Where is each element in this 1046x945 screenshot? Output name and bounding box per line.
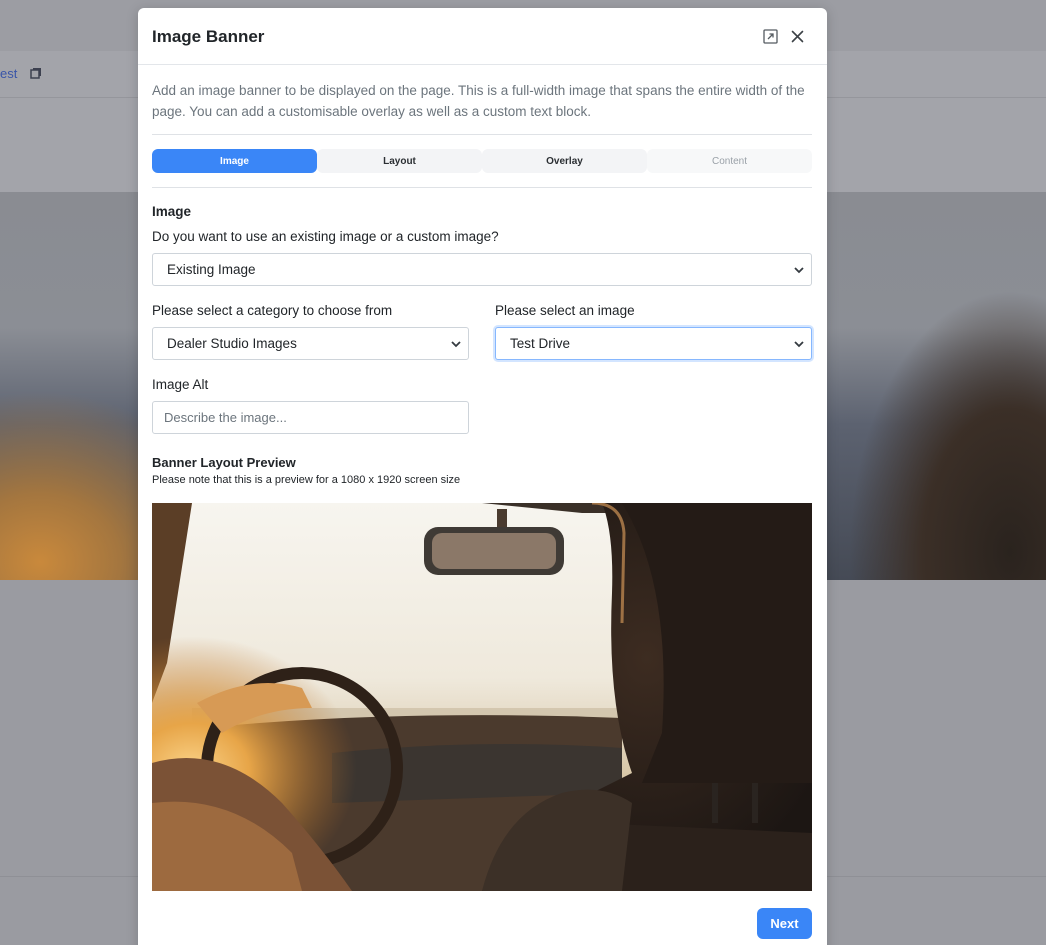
tab-content[interactable]: Content xyxy=(647,149,812,173)
category-label: Please select a category to choose from xyxy=(152,303,393,318)
image-alt-input[interactable] xyxy=(152,401,469,434)
close-icon[interactable] xyxy=(789,28,806,45)
chevron-down-icon xyxy=(451,341,461,348)
modal-title: Image Banner xyxy=(152,27,265,46)
tab-image[interactable]: Image xyxy=(152,149,317,173)
background-link[interactable]: est xyxy=(0,66,17,81)
banner-preview-image xyxy=(152,503,812,891)
image-alt-label: Image Alt xyxy=(152,377,209,392)
image-banner-modal: Image Banner Add an image banner to be d… xyxy=(138,8,827,945)
tab-overlay[interactable]: Overlay xyxy=(482,149,647,173)
category-select[interactable]: Dealer Studio Images xyxy=(152,327,469,360)
modal-header: Image Banner xyxy=(138,8,827,65)
divider xyxy=(152,187,812,188)
expand-icon[interactable] xyxy=(762,28,779,45)
image-select[interactable]: Test Drive xyxy=(495,327,812,360)
chevron-down-icon xyxy=(794,267,804,274)
modal-description: Add an image banner to be displayed on t… xyxy=(152,83,805,119)
copy-icon[interactable] xyxy=(30,67,42,79)
chevron-down-icon xyxy=(794,341,804,348)
step-tabs: Image Layout Overlay Content xyxy=(152,149,812,173)
section-title-image: Image xyxy=(152,204,192,219)
image-select-label: Please select an image xyxy=(495,303,635,318)
image-source-value: Existing Image xyxy=(167,262,256,277)
next-button[interactable]: Next xyxy=(757,908,812,939)
category-value: Dealer Studio Images xyxy=(167,336,297,351)
image-source-select[interactable]: Existing Image xyxy=(152,253,812,286)
image-source-label: Do you want to use an existing image or … xyxy=(152,229,499,244)
divider xyxy=(152,134,812,135)
image-select-value: Test Drive xyxy=(510,336,571,351)
preview-title: Banner Layout Preview xyxy=(152,455,296,470)
preview-note: Please note that this is a preview for a… xyxy=(152,474,461,486)
tab-layout[interactable]: Layout xyxy=(317,149,482,173)
